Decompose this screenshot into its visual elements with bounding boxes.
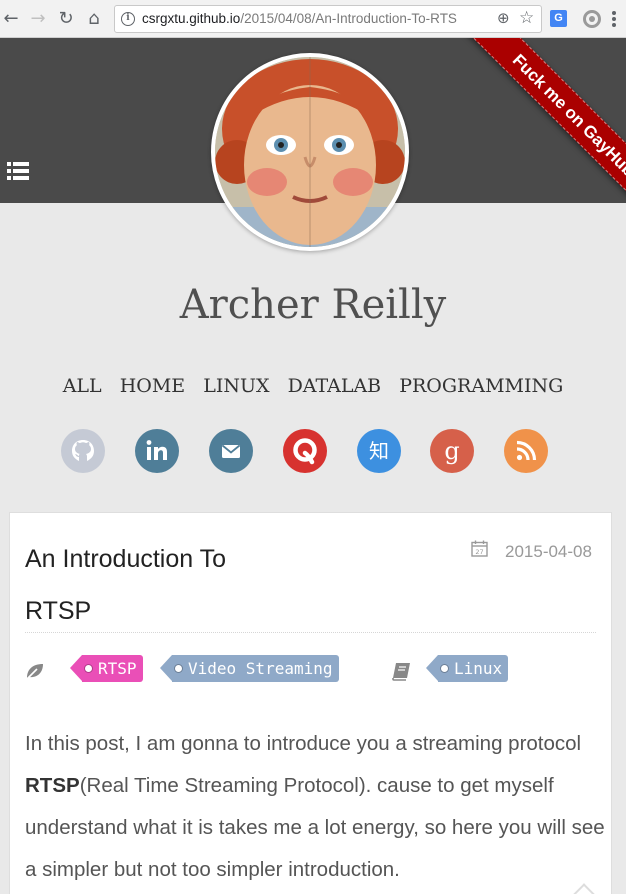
post-date: 2015-04-08 [505,542,592,561]
leaf-icon [24,661,46,681]
svg-text:27: 27 [475,548,483,556]
github-icon[interactable] [61,429,105,473]
calendar-icon: 27 [471,540,488,557]
forward-icon[interactable]: → [27,8,49,30]
url-text[interactable]: csrgxtu.github.io/2015/04/08/An-Introduc… [142,11,457,26]
translate-extension-icon[interactable]: G [550,10,567,27]
bookmark-star-icon[interactable]: ☆ [519,8,534,28]
email-icon[interactable] [209,429,253,473]
post-title[interactable]: An Introduction To RTSP [25,533,295,637]
home-icon[interactable]: ⌂ [83,8,105,30]
quora-icon[interactable] [283,429,327,473]
avatar [211,53,409,251]
reload-icon[interactable]: ↻ [55,8,77,30]
post-body: In this post, I am gonna to introduce yo… [25,732,605,881]
svg-text:g: g [444,437,459,465]
zoom-icon[interactable]: ⊕ [497,9,510,27]
browser-toolbar: ← → ↻ ⌂ i csrgxtu.github.io/2015/04/08/A… [0,0,626,38]
extension-icon[interactable] [583,10,601,28]
google-plus-icon[interactable]: g [430,429,474,473]
svg-text:知: 知 [369,439,389,463]
github-ribbon-text[interactable]: Fuck me on GayHub [455,38,626,234]
site-info-icon[interactable]: i [121,12,135,26]
address-bar[interactable]: i csrgxtu.github.io/2015/04/08/An-Introd… [114,5,542,33]
nav-linux[interactable]: LINUX [203,375,269,397]
nav-all[interactable]: ALL [63,375,102,397]
nav-home[interactable]: HOME [120,375,185,397]
zhihu-icon[interactable]: 知 [357,429,401,473]
tag-video-streaming[interactable]: Video Streaming [160,655,339,682]
rtsp-bold: RTSP [25,774,80,797]
tag-rtsp[interactable]: RTSP [70,655,143,682]
rss-icon[interactable] [504,429,548,473]
post-card: An Introduction To RTSP 27 2015-04-08 RT… [9,512,612,894]
browser-menu-icon[interactable] [612,11,616,29]
divider [25,632,596,633]
linkedin-icon[interactable] [135,429,179,473]
back-icon[interactable]: ← [0,8,22,30]
site-title[interactable]: Archer Reilly [0,282,626,328]
site-nav: ALL HOME LINUX DATALAB PROGRAMMING [0,375,626,397]
github-ribbon[interactable]: Fuck me on GayHub [406,38,626,258]
list-menu-icon[interactable] [7,162,29,180]
nav-datalab[interactable]: DATALAB [288,375,382,397]
category-linux[interactable]: Linux [425,655,509,682]
nav-programming[interactable]: PROGRAMMING [399,375,563,397]
book-icon [391,661,413,681]
